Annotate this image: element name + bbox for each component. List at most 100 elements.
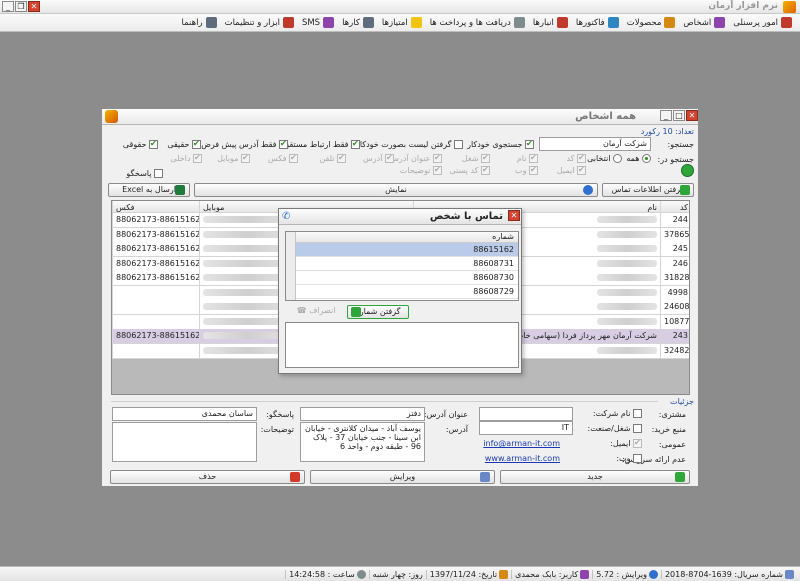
search-field-option[interactable]: عنوان آدرس [389,153,442,163]
all-radio[interactable] [642,154,651,163]
minimize-icon[interactable]: _ [2,1,14,12]
company-name-option[interactable]: نام شرکت: [593,409,642,418]
search-field-checkbox[interactable] [193,153,202,163]
search-field-checkbox[interactable] [289,153,298,163]
email-option[interactable]: ایمیل: [610,438,642,448]
web-checkbox[interactable] [633,454,642,463]
send-to-excel-button[interactable]: ارسال به Excel [108,183,190,197]
responder-field[interactable]: ساسان محمدی [112,407,257,421]
search-field-checkbox[interactable] [385,153,394,163]
search-field-option[interactable]: شغل [462,153,490,163]
menu-item-2[interactable]: محصولات [623,17,680,28]
number-row[interactable]: 88608729 [296,285,518,299]
search-field-option[interactable]: نام [517,153,538,163]
default-address-option[interactable]: فقط آدرس پیش فرض [201,139,288,149]
auto-list-checkbox[interactable] [454,140,463,149]
address-title-field[interactable]: دفتر [300,407,425,421]
job-checkbox[interactable] [633,424,642,433]
email-link[interactable]: info@arman-it.com [483,439,560,448]
refresh-search-icon[interactable] [681,164,694,177]
search-field-option[interactable]: کد پستی [449,165,490,175]
search-field-option[interactable]: وب [515,165,538,175]
col-code-header[interactable]: کد [660,201,689,212]
new-button[interactable]: جدید [500,470,690,484]
menu-item-0[interactable]: امور پرسنلی [729,17,796,28]
menu-item-8[interactable]: SMS [298,17,338,28]
version-status: ویرایش : 5.72 [592,569,661,579]
menu-item-10[interactable]: راهنما [178,17,221,28]
selective-radio[interactable] [613,154,622,163]
auto-list-option[interactable]: گرفتن لیست بصورت خودکار [356,140,463,149]
get-contact-info-button[interactable]: گرفتن اطلاعات تماس [602,183,694,197]
search-field-checkbox[interactable] [577,165,586,175]
search-field-checkbox[interactable] [241,153,250,163]
search-field-option[interactable]: موبایل [217,153,250,163]
job-option[interactable]: شغل/صنعت: [588,424,642,433]
show-button[interactable]: نمایش [194,183,598,197]
real-checkbox[interactable] [192,139,201,149]
close-icon[interactable]: ✕ [28,1,40,12]
direct-only-option[interactable]: فقط ارتباط مستقیم [282,139,360,149]
dial-number-button[interactable]: گرفتن شماره [347,305,409,319]
search-field-checkbox[interactable] [577,153,586,163]
direct-only-checkbox[interactable] [351,139,360,149]
window-close-icon[interactable]: ✕ [686,110,698,121]
search-field-option[interactable]: ایمیل [557,165,586,175]
menu-item-3[interactable]: فاکتورها [572,17,623,28]
search-field-option[interactable]: توضیحات [400,165,442,175]
menu-item-4[interactable]: انبارها [529,17,572,28]
responder-checkbox[interactable] [154,169,163,178]
all-radio-option[interactable]: همه [626,154,651,163]
search-field-checkbox[interactable] [529,165,538,175]
number-row[interactable]: 88615162 [296,243,518,257]
details-divider [111,401,658,402]
search-field-checkbox[interactable] [433,165,442,175]
search-field-checkbox[interactable] [529,153,538,163]
web-option[interactable]: وب: [616,454,642,463]
search-field-option[interactable]: آدرس [363,153,394,163]
number-row[interactable]: 88608730 [296,271,518,285]
cell-fax: 88062173-88615162 [112,271,199,285]
menu-item-5[interactable]: دریافت ها و پرداخت ها [426,17,529,28]
job-field[interactable]: IT [479,421,573,435]
search-field-option[interactable]: تلفن [319,153,346,163]
numbers-scrollbar[interactable] [286,232,296,300]
search-field-option[interactable]: کد [566,153,586,163]
search-field-checkbox[interactable] [337,153,346,163]
web-link[interactable]: www.arman-it.com [485,454,560,463]
search-field-checkbox[interactable] [481,165,490,175]
menu-item-7[interactable]: کارها [338,17,378,28]
window-minimize-icon[interactable]: _ [660,110,672,121]
search-field-option[interactable]: فکس [268,153,298,163]
address-field[interactable]: یوسف آباد - میدان کلانتری - خیابان ابن س… [300,422,425,462]
legal-option[interactable]: حقوقی [123,139,158,149]
window-maximize-icon[interactable]: □ [673,110,685,121]
hangup-button[interactable]: انصراف ☎ [289,306,343,318]
default-address-checkbox[interactable] [279,139,288,149]
real-option[interactable]: حقیقی [167,139,201,149]
day-status: روز: چهار شنبه [368,569,426,579]
dialog-close-icon[interactable]: ✕ [508,210,520,221]
edit-button[interactable]: ویرایش [310,470,495,484]
search-field-checkbox[interactable] [481,153,490,163]
delete-button[interactable]: حذف [110,470,305,484]
company-name-checkbox[interactable] [633,409,642,418]
email-checkbox[interactable] [633,438,642,448]
responder-option[interactable]: پاسخگو [126,169,163,178]
col-fax-header[interactable]: فکس [112,201,199,212]
search-field-checkbox[interactable] [433,153,442,163]
auto-search-option[interactable]: جستجوی خودکار [467,139,534,149]
search-field-option[interactable]: داخلی [170,153,202,163]
menu-item-9[interactable]: ابزار و تنظیمات [221,17,298,28]
legal-checkbox[interactable] [149,139,158,149]
dialog-notes-area[interactable] [285,322,519,368]
restore-icon[interactable]: ❐ [15,1,27,12]
customer-field[interactable] [479,407,573,421]
selective-radio-option[interactable]: انتخابی [587,154,622,163]
number-row[interactable]: 88608731 [296,257,518,271]
menu-item-1[interactable]: اشخاص [679,17,729,28]
auto-search-checkbox[interactable] [525,139,534,149]
notes-field[interactable] [112,422,257,462]
search-input[interactable]: شرکت آرمان [539,137,651,151]
menu-item-6[interactable]: امتیازها [378,17,426,28]
